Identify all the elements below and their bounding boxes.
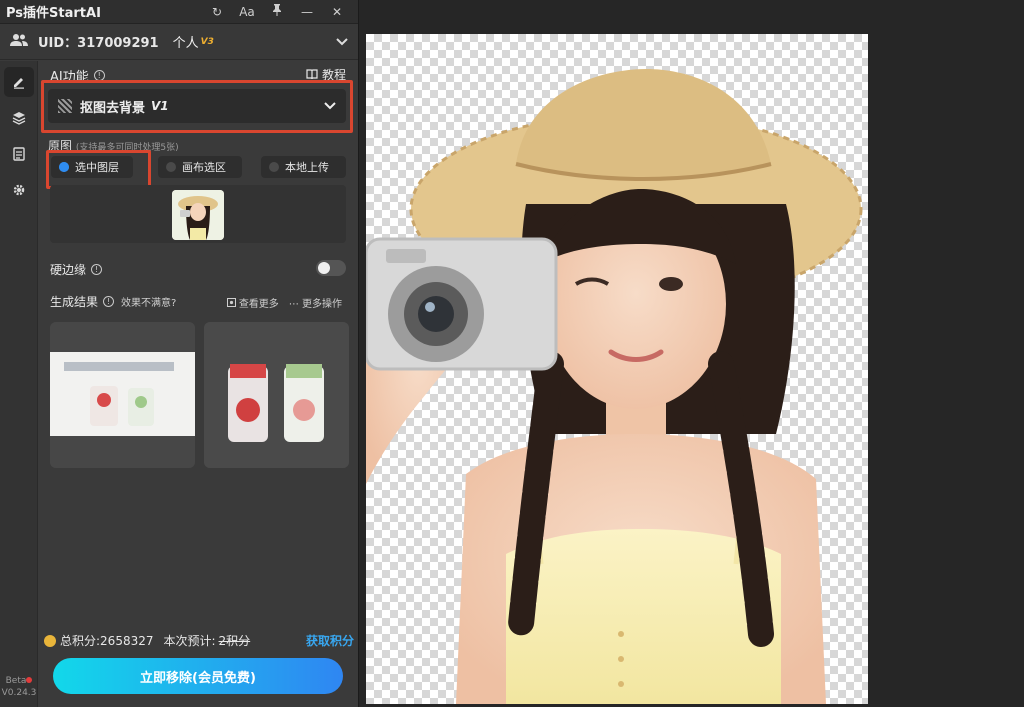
total-points: 总积分:2658327 [60,634,154,648]
title-bar: Ps插件StartAI ↻ Aa — ✕ [0,0,358,24]
feature-select-value: 抠图去背景 [80,100,146,116]
radio-unchecked-icon [166,162,176,172]
more-dots-icon: ⋯ [288,299,299,310]
more-actions-label: 更多操作 [302,299,342,310]
result-card[interactable] [204,322,349,468]
cutout-icon [58,99,72,113]
version-info: Beta V0.24.3 [0,675,38,699]
results-label: 生成结果 [50,295,99,309]
source-hint: (支持最多可同时处理5张) [75,143,179,153]
coin-icon [44,634,56,647]
photoshop-canvas[interactable] [366,34,868,704]
source-thumbnail-area [50,185,346,243]
main-content: AI功能 ! 教程 抠图去背景 V1 原图 (支持最多可同时处理5张) 选中图层… [38,61,359,707]
pin-icon[interactable] [262,4,292,19]
minimize-icon[interactable]: — [292,5,322,19]
source-option-canvas-selection[interactable]: 画布选区 [158,156,242,178]
gear-icon[interactable] [4,175,34,205]
feedback-link[interactable]: 效果不满意? [121,294,176,309]
hard-edge-row: 硬边缘 ! [50,261,103,278]
edit-icon[interactable] [4,67,34,97]
source-option-label: 画布选区 [182,161,226,174]
radio-unchecked-icon [269,162,279,172]
results-actions: 查看更多 ⋯ 更多操作 [226,295,342,310]
view-more-link[interactable]: 查看更多 [226,295,279,310]
source-label: 原图 [48,139,73,153]
remove-background-button[interactable]: 立即移除(会员免费) [53,658,343,694]
close-icon[interactable]: ✕ [322,5,352,19]
chevron-down-icon [324,99,336,113]
points-row: 总积分:2658327 本次预计: 2积分 获取积分 [44,632,354,649]
chevron-down-icon[interactable] [336,35,348,49]
result-card[interactable] [50,322,195,468]
app-root: Ps插件StartAI ↻ Aa — ✕ UID：317009291 个人 V3 [0,0,1024,707]
radio-checked-icon [59,162,69,172]
gallery-icon [226,298,236,307]
estimate-label: 本次预计: [163,634,216,648]
hard-edge-toggle[interactable] [316,260,346,276]
cutout-subject-image [366,69,863,704]
users-icon [10,32,28,51]
ai-feature-label: AI功能 [50,70,89,85]
get-points-link[interactable]: 获取积分 [306,632,354,649]
plugin-panel: Ps插件StartAI ↻ Aa — ✕ UID：317009291 个人 V3 [0,0,359,707]
user-bar[interactable]: UID：317009291 个人 V3 [0,24,358,60]
hard-edge-label: 硬边缘 [50,263,87,277]
version-number: V0.24.3 [1,688,37,698]
source-option-local-upload[interactable]: 本地上传 [261,156,346,178]
source-option-label: 本地上传 [285,161,329,174]
user-id: UID：317009291 [38,36,159,51]
more-actions-link[interactable]: ⋯ 更多操作 [289,295,342,310]
source-option-selected-layer[interactable]: 选中图层 [51,156,133,178]
ai-feature-header: AI功能 ! [50,66,105,85]
source-header: 原图 (支持最多可同时处理5张) [48,137,179,154]
beta-dot-icon [26,677,33,683]
info-icon[interactable]: ! [103,296,115,307]
estimate-value: 2积分 [218,634,251,648]
info-icon[interactable]: ! [93,70,105,81]
account-tier: 个人 [172,36,199,51]
view-more-label: 查看更多 [238,299,279,310]
app-title: Ps插件StartAI [6,6,101,21]
source-option-label: 选中图层 [75,161,119,174]
info-icon[interactable]: ! [91,264,103,275]
refresh-icon[interactable]: ↻ [202,5,232,19]
document-icon[interactable] [4,139,34,169]
tutorial-link[interactable]: 教程 [306,66,346,83]
toggle-knob [318,262,330,274]
feature-version: V1 [151,99,169,113]
tier-badge: V3 [200,36,214,47]
beta-label: Beta [5,676,27,686]
feature-select[interactable]: 抠图去背景 V1 [48,89,346,123]
source-thumbnail[interactable] [172,190,224,240]
layers-icon[interactable] [4,103,34,133]
font-size-icon[interactable]: Aa [232,5,262,19]
side-toolbar: Beta V0.24.3 [0,61,38,707]
tutorial-label: 教程 [321,68,346,82]
results-header: 生成结果 ! 效果不满意? [50,293,176,310]
book-icon [306,69,318,80]
